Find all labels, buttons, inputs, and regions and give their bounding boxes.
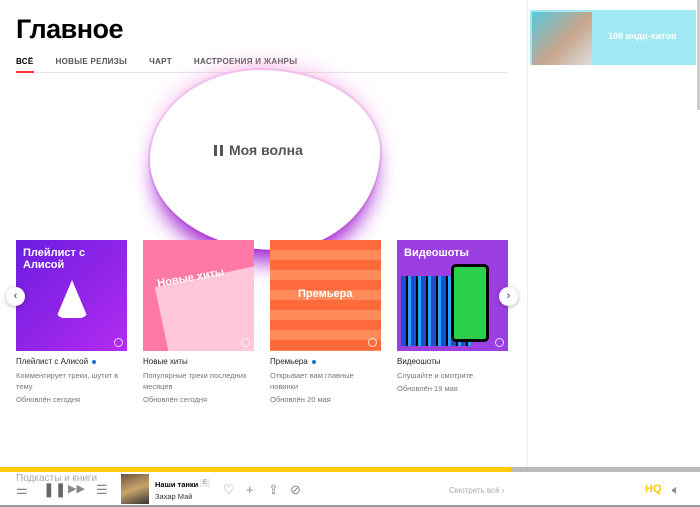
card-title[interactable]: Премьера <box>270 357 308 366</box>
playlist-cover[interactable]: Новые хиты <box>143 240 254 351</box>
section-title-podcasts: Подкасты и книги <box>16 473 98 484</box>
card-title[interactable]: Новые хиты <box>143 357 188 366</box>
cover-title: Премьера <box>298 288 353 300</box>
promo-image <box>532 12 592 65</box>
card-description: Популярные треки последних месяцев <box>143 371 247 391</box>
hq-toggle[interactable]: HQ <box>645 483 662 495</box>
add-icon[interactable]: + <box>246 482 254 497</box>
player-bar: ⚌ ❚❚ ▶▶ ☰ Наши танки E Захар Май ♡ + ⇪ ⊘… <box>0 472 700 507</box>
my-wave-blob[interactable] <box>150 70 380 250</box>
track-cover[interactable] <box>121 474 149 504</box>
dislike-block-icon[interactable]: ⊘ <box>290 482 301 498</box>
carousel-next-button[interactable]: › <box>499 287 518 306</box>
card-title[interactable]: Видеошоты <box>397 357 440 366</box>
playlist-cover[interactable]: Плейлист с Алисой <box>16 240 127 351</box>
yandex-mark-icon <box>114 338 123 347</box>
playlist-cover[interactable]: Видеошоты <box>397 240 508 351</box>
equalizer-icon[interactable]: ⚌ <box>16 482 28 498</box>
playlist-card[interactable]: Плейлист с Алисой Плейлист с Алисой Комм… <box>16 240 127 404</box>
card-updated: Обновлён 19 мая <box>397 384 458 393</box>
card-description: Открывает вам главные новинки <box>270 371 354 391</box>
cover-title: Видеошоты <box>404 247 469 259</box>
sidebar: 100 инди-хитов <box>527 0 697 470</box>
playlist-cover[interactable]: Премьера <box>270 240 381 351</box>
playlist-card[interactable]: Премьера Премьера Открывает вам главные … <box>270 240 381 404</box>
promo-banner[interactable]: 100 инди-хитов <box>530 10 696 65</box>
tab-all[interactable]: ВСЁ <box>16 57 34 73</box>
volume-icon[interactable]: 🔈︎ <box>672 482 680 498</box>
card-title[interactable]: Плейлист с Алисой <box>16 357 88 366</box>
page-title: Главное <box>16 14 124 44</box>
card-description: Слушайте и смотрите <box>397 371 474 380</box>
new-dot-icon <box>311 359 316 364</box>
yandex-mark-icon <box>495 338 504 347</box>
yandex-mark-icon <box>241 338 250 347</box>
card-updated: Обновлён сегодня <box>16 395 81 404</box>
like-heart-icon[interactable]: ♡ <box>223 482 235 498</box>
promo-label: 100 инди-хитов <box>608 31 677 41</box>
card-updated: Обновлён сегодня <box>143 395 208 404</box>
tab-new-releases[interactable]: НОВЫЕ РЕЛИЗЫ <box>56 57 128 73</box>
pause-icon <box>214 144 223 156</box>
card-updated: Обновлён 20 мая <box>270 395 331 404</box>
playlist-card[interactable]: Видеошоты Видеошоты Слушайте и смотрите … <box>397 240 508 404</box>
yandex-mark-icon <box>368 338 377 347</box>
see-all-link[interactable]: Смотреть всё › <box>449 486 504 495</box>
alice-icon <box>56 280 88 318</box>
cover-title: Плейлист с Алисой <box>23 247 86 271</box>
share-icon[interactable]: ⇪ <box>268 482 279 498</box>
my-wave-button[interactable]: Моя волна <box>214 142 303 158</box>
main-content: Главное ВСЁ НОВЫЕ РЕЛИЗЫ ЧАРТ НАСТРОЕНИЯ… <box>0 0 527 470</box>
explicit-badge: E <box>200 479 211 487</box>
my-wave-label: Моя волна <box>229 142 303 158</box>
playlist-carousel: Плейлист с Алисой Плейлист с Алисой Комм… <box>16 240 508 404</box>
tab-chart[interactable]: ЧАРТ <box>149 57 172 73</box>
new-dot-icon <box>92 359 97 364</box>
track-artist[interactable]: Захар Май <box>155 492 193 501</box>
carousel-prev-button[interactable]: ‹ <box>6 287 25 306</box>
queue-list-icon[interactable]: ☰ <box>96 482 108 498</box>
playlist-card[interactable]: Новые хиты Новые хиты Популярные треки п… <box>143 240 254 404</box>
track-title[interactable]: Наши танки <box>155 480 198 489</box>
card-description: Комментирует треки, шутит в тему <box>16 371 119 391</box>
